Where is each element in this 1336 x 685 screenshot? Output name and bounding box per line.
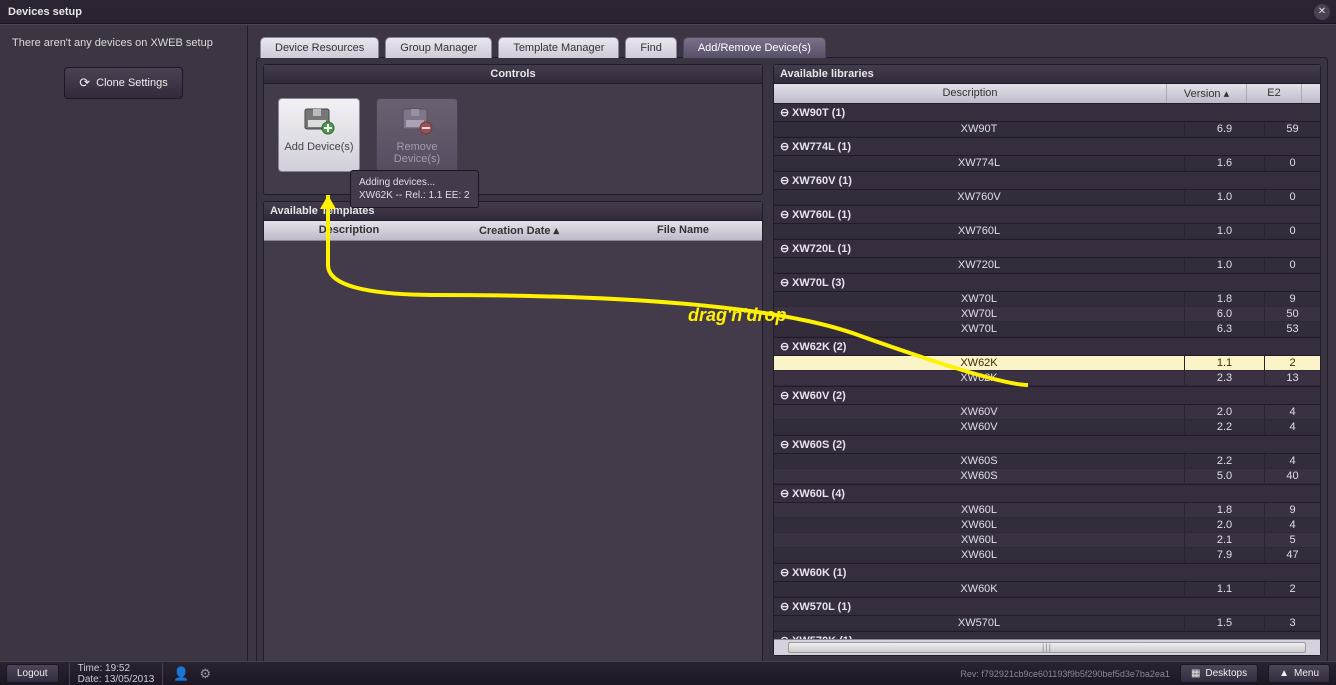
drag-tooltip: Adding devices... XW62K -- Rel.: 1.1 EE:… [350, 170, 479, 208]
desktops-button[interactable]: ▦ Desktops [1180, 664, 1258, 683]
library-row[interactable]: XW60S5.040 [774, 469, 1320, 484]
horizontal-scrollbar[interactable] [774, 639, 1320, 655]
library-row[interactable]: XW60V2.04 [774, 405, 1320, 420]
clone-settings-button[interactable]: ⟳ Clone Settings [64, 67, 182, 99]
titlebar: Devices setup ✕ [0, 0, 1336, 24]
library-group[interactable]: ⊖XW60L (4) [774, 484, 1320, 503]
templates-column-header: Description Creation Date ▴ File Name [264, 221, 762, 241]
revision-label: Rev: f792921cb9ce601193f9b5f290bef5d3e7b… [960, 669, 1170, 679]
chevron-up-icon: ▲ [1279, 668, 1289, 679]
logout-label: Logout [17, 668, 48, 679]
time-date-box: Time: 19:52 Date: 13/05/2013 [69, 663, 164, 685]
col-lib-description[interactable]: Description [774, 84, 1167, 103]
window-title: Devices setup [8, 6, 82, 18]
tooltip-line1: Adding devices... [359, 176, 470, 189]
left-column: Controls Add Device(s) [263, 64, 763, 656]
disk-plus-icon [303, 107, 335, 135]
col-lib-e2[interactable]: E2 [1247, 84, 1302, 103]
remove-devices-button: Remove Device(s) [376, 98, 458, 172]
library-row[interactable]: XW70L1.89 [774, 292, 1320, 307]
disk-minus-icon [401, 107, 433, 135]
tab-device-resources[interactable]: Device Resources [260, 37, 379, 58]
library-group[interactable]: ⊖XW720L (1) [774, 239, 1320, 258]
tabs: Device Resources Group Manager Template … [260, 37, 1328, 58]
templates-panel: Available Templates Description Creation… [263, 201, 763, 682]
refresh-icon: ⟳ [79, 75, 90, 91]
library-group[interactable]: ⊖XW90T (1) [774, 103, 1320, 122]
library-group[interactable]: ⊖XW70L (3) [774, 273, 1320, 292]
libraries-header: Available libraries [774, 65, 1320, 84]
remove-devices-label: Remove Device(s) [394, 141, 440, 165]
sidebar-message: There aren't any devices on XWEB setup [12, 37, 235, 49]
controls-header: Controls [264, 65, 762, 84]
libraries-panel: Available libraries Description Version … [773, 64, 1321, 656]
main: Device Resources Group Manager Template … [248, 25, 1336, 661]
library-group[interactable]: ⊖XW760V (1) [774, 171, 1320, 190]
library-group[interactable]: ⊖XW570K (1) [774, 631, 1320, 639]
library-row[interactable]: XW60L1.89 [774, 503, 1320, 518]
col-lib-scroll-gap [1302, 84, 1320, 103]
library-row[interactable]: XW774L1.60 [774, 156, 1320, 171]
library-row[interactable]: XW60L2.04 [774, 518, 1320, 533]
library-row[interactable]: XW60K1.12 [774, 582, 1320, 597]
library-group[interactable]: ⊖XW760L (1) [774, 205, 1320, 224]
library-row[interactable]: XW60L2.15 [774, 533, 1320, 548]
user-icon[interactable]: 👤 [173, 666, 189, 682]
library-group[interactable]: ⊖XW60V (2) [774, 386, 1320, 405]
tooltip-line2: XW62K -- Rel.: 1.1 EE: 2 [359, 189, 470, 202]
library-row[interactable]: XW60V2.24 [774, 420, 1320, 435]
tab-body: Controls Add Device(s) [256, 57, 1328, 663]
tab-group-manager[interactable]: Group Manager [385, 37, 492, 58]
col-lib-version[interactable]: Version ▴ [1167, 84, 1247, 103]
footer: Logout Time: 19:52 Date: 13/05/2013 👤 ⚙ … [0, 661, 1336, 685]
library-row[interactable]: XW70L6.353 [774, 322, 1320, 337]
library-row[interactable]: XW760V1.00 [774, 190, 1320, 205]
tab-find[interactable]: Find [625, 37, 676, 58]
tab-add-remove-devices[interactable]: Add/Remove Device(s) [683, 37, 826, 58]
grid-icon: ▦ [1191, 668, 1200, 679]
add-devices-label: Add Device(s) [284, 141, 353, 153]
col-creation-date[interactable]: Creation Date ▴ [434, 221, 604, 240]
library-group[interactable]: ⊖XW62K (2) [774, 337, 1320, 356]
hscroll-thumb[interactable] [788, 642, 1306, 653]
menu-label: Menu [1294, 668, 1319, 679]
templates-body [264, 241, 762, 681]
library-row[interactable]: XW570L1.53 [774, 616, 1320, 631]
settings-icon[interactable]: ⚙ [200, 666, 212, 682]
tab-template-manager[interactable]: Template Manager [498, 37, 619, 58]
col-description[interactable]: Description [264, 221, 434, 240]
library-group[interactable]: ⊖XW570L (1) [774, 597, 1320, 616]
library-group[interactable]: ⊖XW60K (1) [774, 563, 1320, 582]
libraries-list[interactable]: ⊖XW90T (1)XW90T6.959⊖XW774L (1)XW774L1.6… [774, 103, 1320, 639]
add-devices-button[interactable]: Add Device(s) [278, 98, 360, 172]
library-row[interactable]: XW62K1.12 [774, 356, 1320, 371]
desktops-label: Desktops [1205, 668, 1247, 679]
controls-panel: Controls Add Device(s) [263, 64, 763, 195]
close-icon[interactable]: ✕ [1314, 4, 1330, 20]
templates-header: Available Templates [264, 202, 762, 221]
col-file-name[interactable]: File Name [604, 221, 762, 240]
library-row[interactable]: XW60S2.24 [774, 454, 1320, 469]
content: There aren't any devices on XWEB setup ⟳… [0, 24, 1336, 661]
libraries-column-header: Description Version ▴ E2 [774, 84, 1320, 103]
sidebar: There aren't any devices on XWEB setup ⟳… [0, 25, 248, 661]
library-row[interactable]: XW70L6.050 [774, 307, 1320, 322]
library-row[interactable]: XW90T6.959 [774, 122, 1320, 137]
library-group[interactable]: ⊖XW774L (1) [774, 137, 1320, 156]
library-row[interactable]: XW720L1.00 [774, 258, 1320, 273]
library-row[interactable]: XW62K2.313 [774, 371, 1320, 386]
library-row[interactable]: XW760L1.00 [774, 224, 1320, 239]
controls-body: Add Device(s) Remove Device(s) [264, 84, 762, 194]
menu-button[interactable]: ▲ Menu [1268, 664, 1330, 683]
logout-button[interactable]: Logout [6, 664, 59, 683]
library-group[interactable]: ⊖XW60S (2) [774, 435, 1320, 454]
library-row[interactable]: XW60L7.947 [774, 548, 1320, 563]
clone-settings-label: Clone Settings [96, 77, 168, 89]
